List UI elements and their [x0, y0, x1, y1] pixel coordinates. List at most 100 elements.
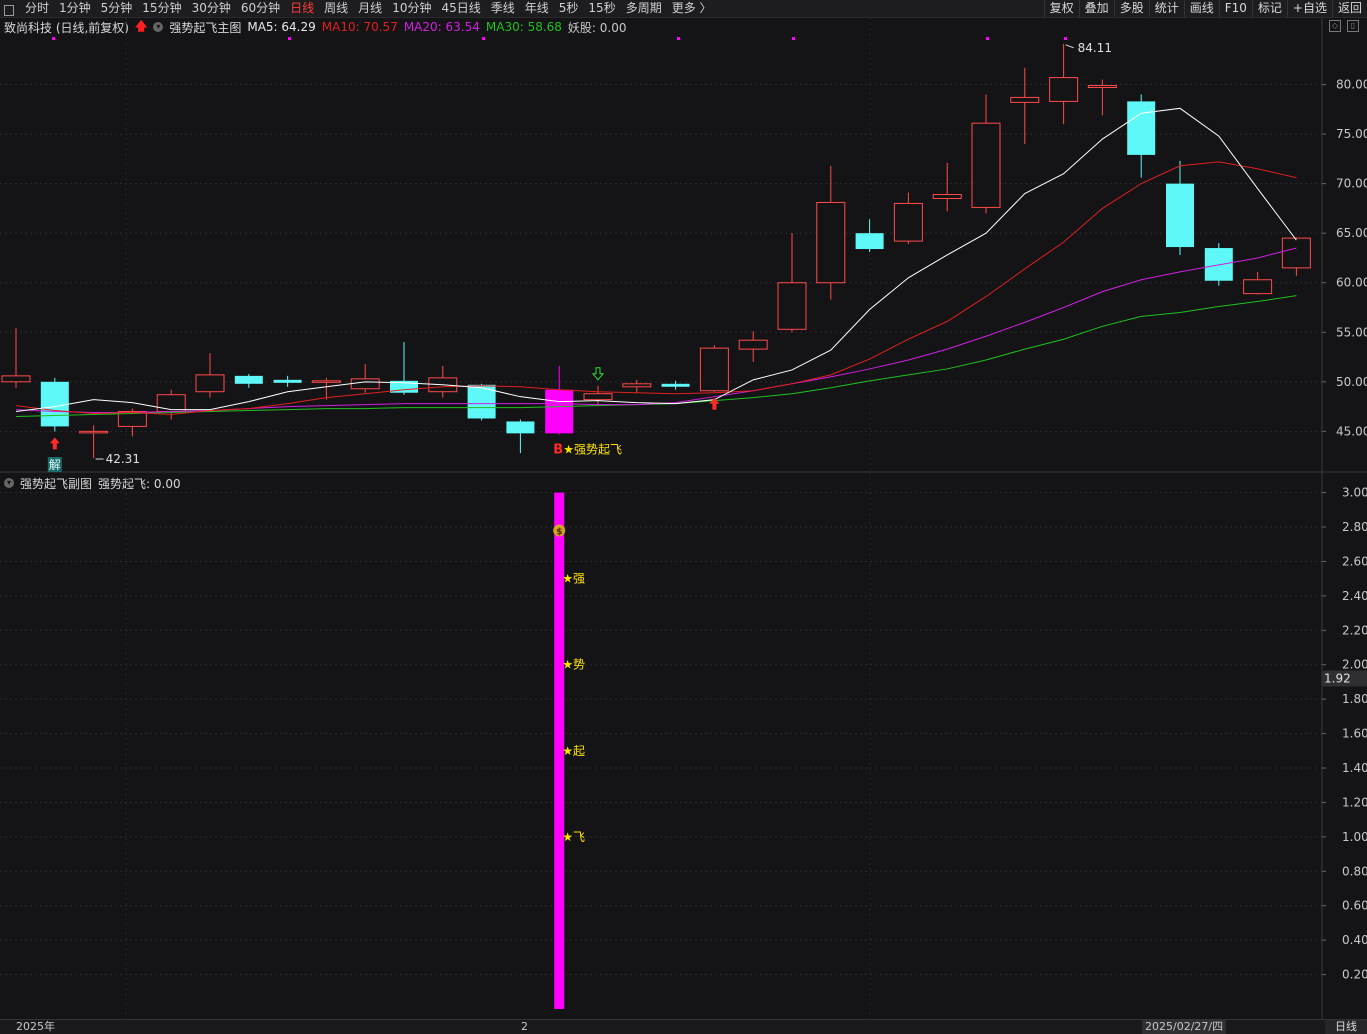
signal-char: ★起 — [562, 744, 585, 758]
candle-body — [699, 347, 729, 392]
buy-arrow-icon — [49, 437, 60, 450]
candle — [1, 328, 31, 388]
candle-body — [932, 194, 962, 199]
candle-body — [1010, 96, 1040, 103]
signal-dot — [986, 37, 989, 40]
date-mid-label: 2 — [521, 1020, 528, 1033]
y-tick-label: 1.60 — [1342, 727, 1367, 741]
buy-signal-label: B — [553, 442, 563, 457]
candle — [816, 165, 846, 300]
candle-body — [661, 383, 690, 387]
candle — [428, 365, 458, 398]
candle-body — [893, 202, 923, 242]
signal-dot — [52, 37, 55, 40]
y-tick-label: 1.40 — [1342, 761, 1367, 775]
candle — [777, 233, 807, 333]
candle — [1010, 67, 1040, 144]
y-tick-label: 2.80 — [1342, 520, 1367, 534]
candle-body — [311, 380, 341, 383]
candle — [467, 383, 496, 421]
candle — [1127, 94, 1156, 178]
candle — [699, 345, 729, 392]
y-tick-label: 80.00 — [1336, 78, 1367, 92]
candle — [1243, 271, 1273, 295]
candle — [1281, 237, 1311, 276]
signal-dot — [482, 37, 485, 40]
candle-body — [1, 375, 31, 383]
candle-body — [777, 282, 807, 330]
high-pointer — [1065, 44, 1074, 49]
signal-char: ★强 — [562, 572, 585, 586]
y-tick-label: 3.00 — [1342, 486, 1367, 500]
high-price-label: 84.11 — [1078, 41, 1112, 55]
candle-body — [273, 379, 302, 383]
candle-body — [1243, 279, 1273, 295]
low-price-label: 42.31 — [106, 452, 140, 466]
y-tick-label: 2.20 — [1342, 623, 1367, 637]
candle — [390, 342, 418, 395]
signal-char: ★势 — [562, 658, 585, 672]
candle-body — [1087, 85, 1117, 89]
y-tick-label: 65.00 — [1336, 226, 1367, 240]
candle-body — [79, 430, 109, 434]
y-tick-label: 1.80 — [1342, 692, 1367, 706]
y-tick-label: 70.00 — [1336, 177, 1367, 191]
candle-body — [350, 378, 380, 390]
candle — [350, 363, 380, 393]
candle — [506, 419, 535, 454]
signal-dot — [288, 37, 291, 40]
date-cursor-label: 2025/02/27/四 — [1142, 1020, 1227, 1034]
candle — [1087, 79, 1117, 116]
candle — [273, 375, 302, 387]
y-tick-label: 55.00 — [1336, 325, 1367, 339]
candle-body — [738, 339, 768, 350]
candle-body — [545, 389, 574, 434]
jie-badge-text: 解 — [49, 458, 61, 472]
signal-dot — [677, 37, 680, 40]
y-tick-label: 0.80 — [1342, 864, 1367, 878]
candle-body — [40, 381, 69, 427]
y-tick-label: 0.40 — [1342, 933, 1367, 947]
candle-body — [583, 393, 613, 401]
candle — [1049, 43, 1079, 125]
candle-body — [1281, 237, 1311, 269]
period-label[interactable]: 日线 — [1325, 1020, 1367, 1034]
y-tick-label: 45.00 — [1336, 424, 1367, 438]
candle-body — [156, 394, 186, 413]
y-tick-label: 2.00 — [1342, 658, 1367, 672]
candle — [583, 385, 613, 405]
ma30-line — [15, 295, 1297, 417]
candle-body — [1049, 77, 1079, 102]
candle — [1166, 160, 1194, 255]
date-start-label: 2025年 — [16, 1020, 55, 1033]
candle — [234, 373, 263, 388]
candle — [195, 353, 225, 398]
candle — [932, 162, 962, 212]
y-tick-label: 1.20 — [1342, 795, 1367, 809]
signal-text: ★强势起飞 — [563, 442, 622, 456]
date-axis: 2025年 2 2025/02/27/四 日线 — [0, 1019, 1367, 1034]
sell-arrow-icon — [591, 367, 605, 381]
y-tick-label: 75.00 — [1336, 127, 1367, 141]
kline-chart[interactable]: 45.00 50.00 55.00 60.00 65.00 70.00 75.00 80.00… — [0, 0, 1367, 1019]
cursor-value-label: 1.92 — [1324, 672, 1351, 686]
y-tick-label: 2.40 — [1342, 589, 1367, 603]
signal-char: ★飞 — [562, 830, 585, 844]
candle-body — [622, 383, 652, 388]
candle — [855, 219, 884, 253]
y-tick-label: 1.00 — [1342, 830, 1367, 844]
candle-body — [506, 421, 535, 434]
y-tick-label: 0.60 — [1342, 899, 1367, 913]
y-tick-label: 2.60 — [1342, 554, 1367, 568]
money-bag-icon-glyph: $ — [556, 527, 562, 537]
candle — [738, 331, 768, 362]
candle-body — [234, 375, 263, 384]
candle-body — [195, 374, 225, 393]
candle-body — [855, 233, 884, 250]
candle-body — [1166, 183, 1194, 248]
candle-body — [971, 122, 1001, 208]
y-tick-label: 60.00 — [1336, 276, 1367, 290]
y-tick-label: 50.00 — [1336, 375, 1367, 389]
signal-dot — [792, 37, 795, 40]
signal-dot — [1064, 37, 1067, 40]
